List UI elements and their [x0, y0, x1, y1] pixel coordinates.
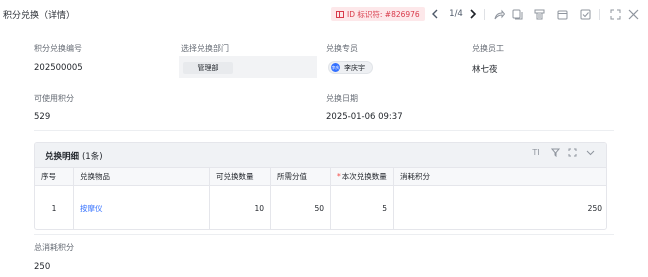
print-button[interactable]: [532, 6, 546, 22]
column-header-points-consumed: 消耗积分: [393, 167, 606, 186]
detail-count: (1条): [81, 152, 103, 162]
print-icon: [534, 9, 544, 19]
detail-header: 积分兑换（详情） ID 标识符: #826976 1/4: [0, 0, 648, 28]
employee-label: 兑换员工: [472, 44, 504, 53]
next-record-button[interactable]: [467, 6, 479, 22]
cell-item-link[interactable]: 按摩仪: [73, 186, 209, 229]
exchanger-label: 兑换专员: [326, 44, 358, 53]
chevron-right-icon: [470, 9, 477, 19]
column-header-available-qty: 可兑换数量: [209, 167, 270, 186]
fullscreen-icon: [568, 148, 576, 157]
cell-exchange-qty: 5: [330, 186, 393, 229]
copy-icon: [512, 9, 522, 19]
collapse-table-button[interactable]: [584, 148, 596, 160]
employee-value: 林七夜: [472, 65, 498, 75]
cell-points-required: 50: [270, 186, 330, 229]
column-header-exchange-qty-text: 本次兑换数量: [341, 172, 387, 181]
close-button[interactable]: [626, 6, 640, 22]
exchange-no-value: 202500005: [34, 63, 83, 73]
check-square-icon: [580, 9, 590, 19]
available-points-label: 可使用积分: [34, 94, 74, 103]
expand-table-button[interactable]: [566, 148, 578, 160]
calendar-icon: [557, 10, 567, 19]
column-header-index: 序号: [35, 167, 73, 186]
total-points-label: 总消耗积分: [34, 243, 74, 252]
check-button[interactable]: [578, 6, 592, 22]
department-label: 选择兑换部门: [181, 44, 229, 53]
share-icon: [494, 9, 505, 19]
cell-index: 1: [51, 203, 57, 213]
table-grid-icon: [336, 10, 344, 18]
required-mark: *: [337, 172, 341, 181]
toolbar-divider: [599, 9, 600, 20]
filter-button[interactable]: [549, 148, 561, 160]
detail-title-text: 兑换明细: [45, 152, 80, 162]
fullscreen-button[interactable]: [608, 6, 622, 22]
text-size-icon: TI: [532, 148, 540, 157]
toolbar-divider: [484, 9, 485, 20]
prev-record-button[interactable]: [429, 6, 441, 22]
exchanger-name: 李庆宇: [344, 63, 365, 72]
department-tag: 管理部: [183, 62, 233, 74]
share-button[interactable]: [492, 6, 506, 22]
total-points-value: 250: [34, 262, 51, 272]
exchange-detail-table: 兑换明细 (1条) TI 序号 兑换物品 可兑换数量 所需分值 * 本次兑换数量 …: [34, 142, 607, 230]
pagination-counter: 1/4: [449, 9, 463, 19]
copy-button[interactable]: [510, 6, 524, 22]
column-header-points-required: 所需分值: [270, 167, 330, 186]
column-header-item: 兑换物品: [73, 167, 209, 186]
detail-table-title: 兑换明细 (1条): [45, 150, 103, 162]
fullscreen-icon: [610, 9, 620, 19]
detail-table-header: 兑换明细 (1条) TI: [35, 143, 606, 167]
id-tag-label: ID 标识符: #826976: [347, 9, 420, 19]
avatar: 李庆: [331, 63, 340, 72]
calendar-button[interactable]: [555, 6, 569, 22]
chevron-left-icon: [432, 9, 438, 19]
close-icon: [628, 9, 638, 19]
chevron-down-icon: [586, 150, 594, 156]
column-header-exchange-qty: * 本次兑换数量: [330, 167, 393, 186]
page-title: 积分兑换（详情）: [3, 11, 76, 21]
available-points-value: 529: [34, 112, 51, 122]
exchange-no-label: 积分兑换编号: [34, 44, 82, 53]
exchange-date-label: 兑换日期: [326, 94, 358, 103]
cell-points-consumed: 250: [393, 186, 606, 229]
section-divider: [34, 234, 614, 235]
filter-icon: [550, 148, 560, 158]
cell-available-qty: 10: [209, 186, 270, 229]
exchanger-chip: 李庆 李庆宇: [328, 61, 373, 74]
text-format-button[interactable]: TI: [530, 148, 542, 157]
section-divider: [34, 130, 614, 131]
id-tag: ID 标识符: #826976: [331, 7, 425, 21]
exchange-date-value: 2025-01-06 09:37: [326, 112, 403, 122]
